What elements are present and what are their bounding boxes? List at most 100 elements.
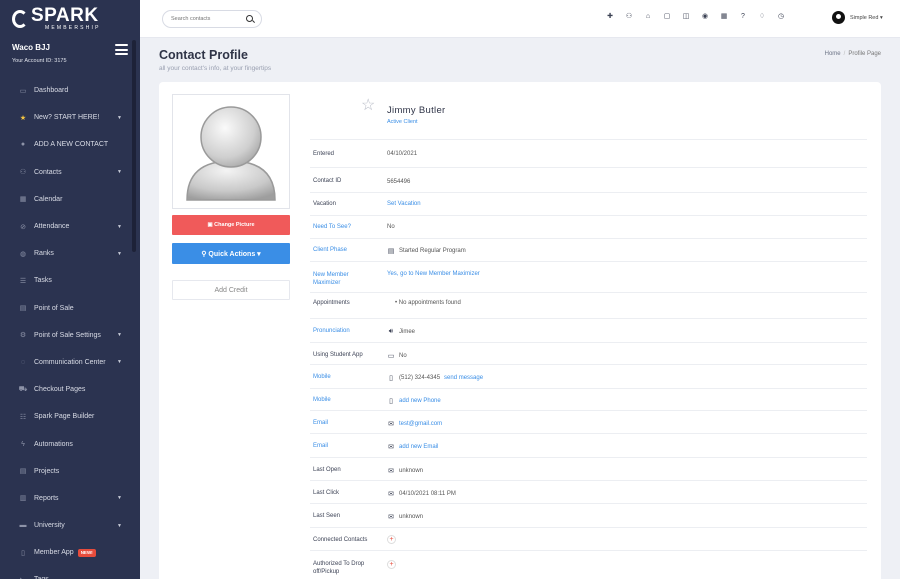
sidebar-item-spark-page-builder[interactable]: ☷ Spark Page Builder [0,403,140,430]
sidebar-item-tags[interactable]: ◣Tags [0,566,140,579]
envelope-icon: ✉ [388,514,394,521]
sidebar-item-ranks[interactable]: ◍ Ranks ▼ [0,240,140,267]
sidebar-item-label: ADD A NEW CONTACT [34,141,109,149]
group-icon[interactable]: ⚇ [624,12,634,22]
envelope-icon: ✉ [388,491,394,498]
field-value: ▯ (512) 324-4345 send message [387,374,483,382]
field-label[interactable]: Email [313,420,328,426]
calendar-icon[interactable]: ▢ [662,12,672,22]
sidebar-item-reports[interactable]: ▥ Reports ▼ [0,485,140,512]
field-label[interactable]: Mobile [313,397,331,403]
field-value: ✉ unknown [387,513,423,521]
profile-picture [172,94,290,209]
field-label[interactable]: Email [313,443,328,449]
sidebar-nav: ▭ Dashboard ★ New? START HERE! ▼ ● ADD A NEW C… [0,77,140,579]
field-label[interactable]: New Member Maximizer [313,271,349,287]
help-icon[interactable]: ? [738,12,748,22]
quick-actions-button[interactable]: ⚲ Quick Actions ▾ [172,243,290,264]
add-phone-link[interactable]: add new Phone [399,398,441,404]
sidebar-item-point-of-sale[interactable]: ▤ Point of Sale [0,295,140,322]
sidebar-item-contacts[interactable]: ⚇ Contacts ▼ [0,159,140,186]
menu-toggle-icon[interactable] [115,44,128,55]
field-label[interactable]: Mobile [313,374,331,380]
search-input[interactable] [171,16,241,22]
field-label[interactable]: Client Phase [313,247,347,253]
add-connected-contact-icon[interactable]: + [387,535,396,544]
sidebar-scrollbar[interactable] [132,40,136,252]
list-icon: ☰ [19,277,27,285]
search-icon[interactable] [246,15,253,22]
favorite-star-icon[interactable]: ☆ [361,95,375,115]
send-message-link[interactable]: send message [444,375,483,381]
add-authorized-contact-icon[interactable]: + [387,560,396,569]
sidebar-item-checkout-pages[interactable]: ⛟ Checkout Pages [0,376,140,403]
bell-icon[interactable]: ♢ [757,12,767,22]
projects-icon: ▤ [19,468,27,476]
ticket-icon[interactable]: ◫ [681,12,691,22]
logo-text: SPARK [31,4,99,26]
sidebar-item-projects[interactable]: ▤ Projects [0,458,140,485]
sidebar-item-dashboard[interactable]: ▭ Dashboard [0,77,140,104]
monitor-icon: ▭ [19,87,27,95]
chevron-down-icon: ▼ [117,522,122,529]
sidebar-item-attendance[interactable]: ⊘ Attendance ▼ [0,213,140,240]
sidebar-item-university[interactable]: ▬ University ▼ [0,512,140,539]
user-menu[interactable]: Simple Red ▾ [832,11,883,24]
breadcrumb-home[interactable]: Home [825,51,841,57]
sidebar-item-label: Spark Page Builder [34,413,95,421]
field-label[interactable]: Need To See? [313,224,351,230]
field-contact-id: Contact ID 5654496 [310,167,867,190]
contact-status[interactable]: Active Client [387,119,418,125]
sidebar-item-label: Ranks [34,250,54,258]
list-icon: ▤ [387,248,395,255]
sidebar-item-label: Calendar [34,195,63,203]
sidebar-item-calendar[interactable]: ▦ Calendar [0,186,140,213]
field-value: • No appointments found [395,300,461,306]
speaker-icon[interactable]: 🔊︎ [387,328,395,336]
chevron-down-icon: ▼ [117,223,122,230]
breadcrumb: Home / Profile Page [825,51,881,57]
sidebar-item-point-of-sale-settings[interactable]: ⚙ Point of Sale Settings ▼ [0,322,140,349]
student-app-value: No [399,353,407,359]
account-id: Your Account ID: 3175 [12,58,67,64]
sidebar-item-label: Contacts [34,168,62,176]
chevron-down-icon: ▼ [117,169,122,176]
sidebar-item-communication-center[interactable]: ◌ Communication Center ▼ [0,349,140,376]
add-email-link[interactable]: add new Email [399,444,438,450]
field-value: ✉ test@gmail.com [387,420,442,428]
field-vacation: Vacation Set Vacation [310,192,867,214]
field-label: Last Seen [313,513,341,519]
logo[interactable]: SPARK MEMBERSHIP [0,0,140,38]
field-label[interactable]: Pronunciation [313,328,350,334]
chevron-down-icon: ▼ [117,114,122,121]
clock-icon[interactable]: ◷ [776,12,786,22]
add-user-icon[interactable]: ✚ [605,12,615,22]
new-member-maximizer-link[interactable]: Yes, go to New Member Maximizer [387,271,480,277]
field-value: 5654496 [387,179,411,185]
set-vacation-link[interactable]: Set Vacation [387,201,421,207]
sidebar-item-add-a-new-contact[interactable]: ● ADD A NEW CONTACT [0,131,140,158]
grid-icon[interactable]: ▦ [719,12,729,22]
bank-icon[interactable]: ⌂ [643,12,653,22]
field-value: No [387,224,395,230]
field-email-add: Email ✉ add new Email [310,433,867,456]
change-picture-button[interactable]: ▣ Change Picture [172,215,290,235]
sidebar-item-label: Dashboard [34,87,69,95]
field-last-seen: Last Seen ✉ unknown [310,503,867,526]
last-open-value: unknown [399,468,424,474]
chat-icon[interactable]: ◉ [700,12,710,22]
cart-icon: ⛟ [18,386,28,394]
sidebar-item-member-app[interactable]: ▯ Member App NEW! [0,539,140,566]
sidebar-item-automations[interactable]: ϟ Automations [0,430,140,457]
add-credit-button[interactable]: Add Credit [172,280,290,300]
search-box[interactable] [162,10,262,28]
top-icons: ✚ ⚇ ⌂ ▢ ◫ ◉ ▦? ♢ ◷ [605,12,786,22]
sidebar-item-tasks[interactable]: ☰ Tasks [0,267,140,294]
sidebar-item-label: Member App [34,549,74,557]
chevron-down-icon: ▼ [117,495,122,502]
phone-icon: ▯ [389,375,393,382]
sidebar-item-new-start-here[interactable]: ★ New? START HERE! ▼ [0,104,140,131]
email-value[interactable]: test@gmail.com [399,421,442,427]
sidebar-item-label: Point of Sale [34,304,74,312]
chevron-down-icon: ▼ [117,332,122,339]
